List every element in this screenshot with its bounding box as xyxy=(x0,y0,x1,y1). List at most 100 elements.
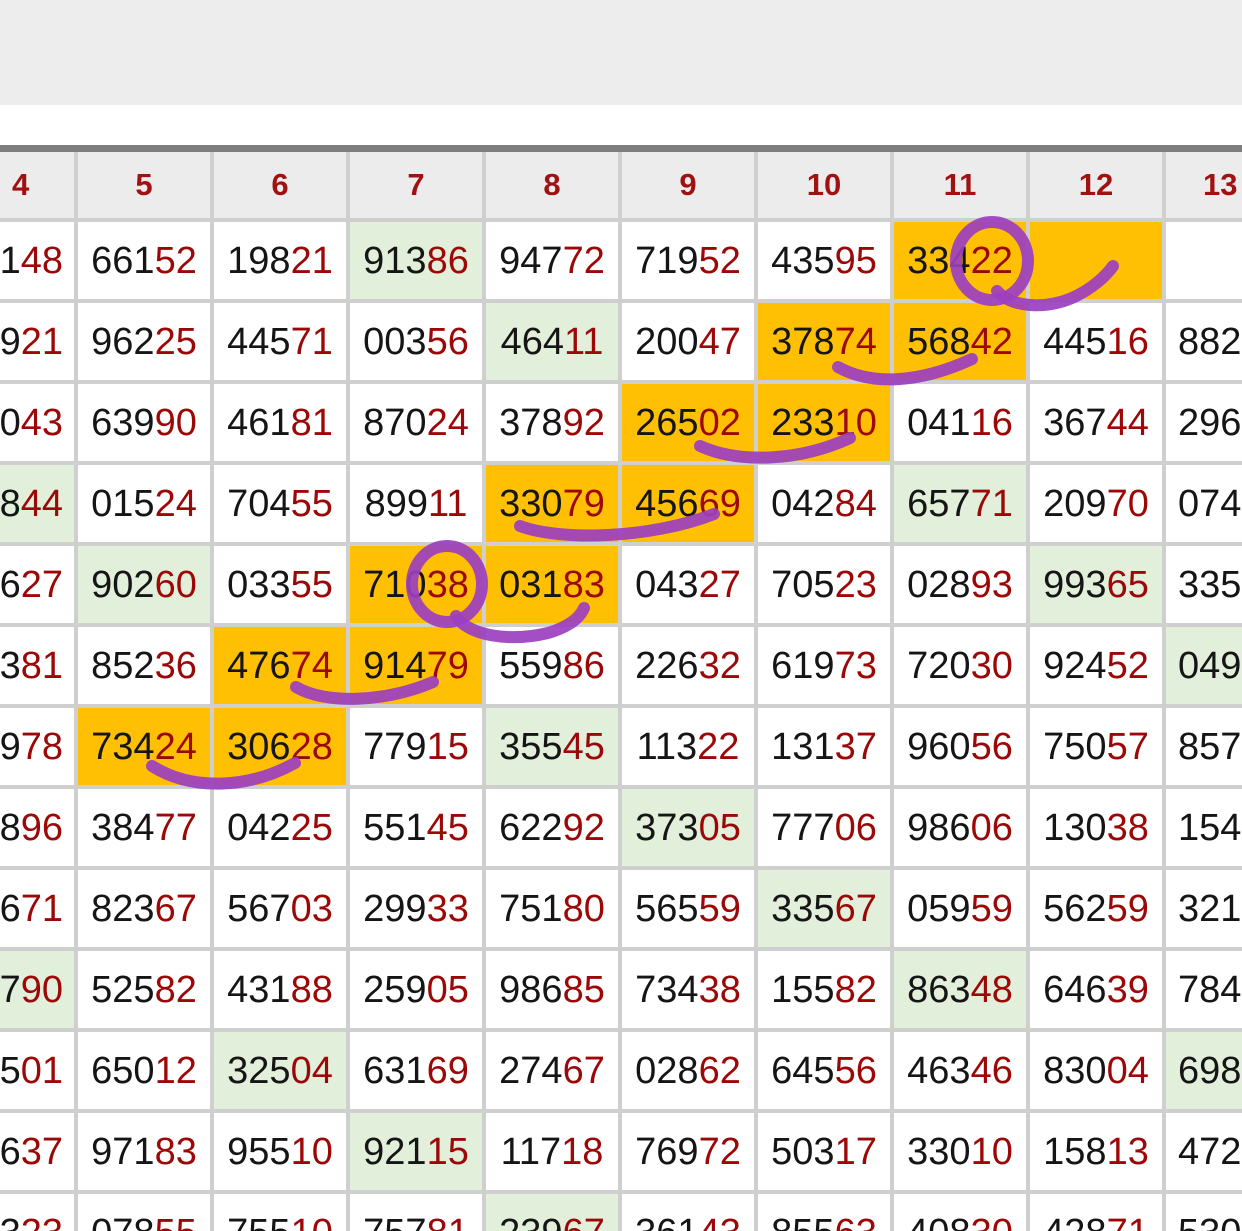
number-cell[interactable]: 46181 xyxy=(214,384,346,461)
number-cell[interactable]: 02862 xyxy=(622,1032,754,1109)
number-cell[interactable]: 790 xyxy=(0,951,74,1028)
number-cell[interactable]: 75781 xyxy=(350,1194,482,1231)
number-cell[interactable]: 30628 xyxy=(214,708,346,785)
number-cell[interactable]: 19821 xyxy=(214,222,346,299)
number-cell[interactable]: 87024 xyxy=(350,384,482,461)
number-cell[interactable]: 63990 xyxy=(78,384,210,461)
number-cell[interactable]: 049 xyxy=(1166,627,1242,704)
number-cell[interactable]: 72030 xyxy=(894,627,1026,704)
number-cell[interactable]: 75180 xyxy=(486,870,618,947)
number-cell[interactable]: 043 xyxy=(0,384,74,461)
number-cell[interactable]: 07855 xyxy=(78,1194,210,1231)
number-cell[interactable]: 13137 xyxy=(758,708,890,785)
column-header-13[interactable]: 13 xyxy=(1166,152,1242,218)
number-cell[interactable]: 52582 xyxy=(78,951,210,1028)
number-cell[interactable]: 46346 xyxy=(894,1032,1026,1109)
number-cell[interactable]: 32504 xyxy=(214,1032,346,1109)
number-cell[interactable]: 335 xyxy=(1166,546,1242,623)
number-cell[interactable]: 882 xyxy=(1166,303,1242,380)
number-cell[interactable]: 05959 xyxy=(894,870,1026,947)
number-cell[interactable]: 75510 xyxy=(214,1194,346,1231)
number-cell[interactable]: 47674 xyxy=(214,627,346,704)
column-header-9[interactable]: 9 xyxy=(622,152,754,218)
column-header-10[interactable]: 10 xyxy=(758,152,890,218)
number-cell[interactable]: 91479 xyxy=(350,627,482,704)
number-cell[interactable]: 02893 xyxy=(894,546,1026,623)
number-cell[interactable]: 98685 xyxy=(486,951,618,1028)
number-cell[interactable]: 55986 xyxy=(486,627,618,704)
number-cell[interactable]: 44571 xyxy=(214,303,346,380)
number-cell[interactable]: 03183 xyxy=(486,546,618,623)
number-cell[interactable] xyxy=(1166,222,1242,299)
number-cell[interactable]: 55145 xyxy=(350,789,482,866)
number-cell[interactable]: 530 xyxy=(1166,1194,1242,1231)
number-cell[interactable]: 56259 xyxy=(1030,870,1162,947)
number-cell[interactable]: 70455 xyxy=(214,465,346,542)
number-cell[interactable]: 85236 xyxy=(78,627,210,704)
number-cell[interactable]: 22632 xyxy=(622,627,754,704)
number-cell[interactable]: 074 xyxy=(1166,465,1242,542)
number-cell[interactable]: 33010 xyxy=(894,1113,1026,1190)
number-cell[interactable]: 501 xyxy=(0,1032,74,1109)
number-cell[interactable]: 04327 xyxy=(622,546,754,623)
number-cell[interactable]: 35545 xyxy=(486,708,618,785)
number-cell[interactable]: 321 xyxy=(1166,870,1242,947)
number-cell[interactable]: 63169 xyxy=(350,1032,482,1109)
number-cell[interactable]: 978 xyxy=(0,708,74,785)
number-cell[interactable]: 65012 xyxy=(78,1032,210,1109)
number-cell[interactable]: 11322 xyxy=(622,708,754,785)
number-cell[interactable]: 37892 xyxy=(486,384,618,461)
number-cell[interactable]: 71952 xyxy=(622,222,754,299)
number-cell[interactable]: 45669 xyxy=(622,465,754,542)
number-cell[interactable]: 91386 xyxy=(350,222,482,299)
number-cell[interactable]: 698 xyxy=(1166,1032,1242,1109)
number-cell[interactable]: 04225 xyxy=(214,789,346,866)
number-cell[interactable]: 37305 xyxy=(622,789,754,866)
number-cell[interactable]: 96056 xyxy=(894,708,1026,785)
number-cell[interactable]: 637 xyxy=(0,1113,74,1190)
number-cell[interactable]: 77706 xyxy=(758,789,890,866)
number-cell[interactable]: 26502 xyxy=(622,384,754,461)
number-cell[interactable]: 13038 xyxy=(1030,789,1162,866)
number-cell[interactable]: 89911 xyxy=(350,465,482,542)
number-cell[interactable]: 472 xyxy=(1166,1113,1242,1190)
number-cell[interactable]: 11718 xyxy=(486,1113,618,1190)
number-cell[interactable]: 04116 xyxy=(894,384,1026,461)
column-header-12[interactable]: 12 xyxy=(1030,152,1162,218)
number-cell[interactable]: 36143 xyxy=(622,1194,754,1231)
number-cell[interactable]: 25905 xyxy=(350,951,482,1028)
number-cell[interactable]: 148 xyxy=(0,222,74,299)
number-cell[interactable]: 70523 xyxy=(758,546,890,623)
number-cell[interactable]: 75057 xyxy=(1030,708,1162,785)
number-cell[interactable]: 844 xyxy=(0,465,74,542)
column-header-7[interactable]: 7 xyxy=(350,152,482,218)
number-cell[interactable] xyxy=(1030,222,1162,299)
number-cell[interactable]: 04284 xyxy=(758,465,890,542)
number-cell[interactable]: 92115 xyxy=(350,1113,482,1190)
number-cell[interactable]: 56703 xyxy=(214,870,346,947)
column-header-6[interactable]: 6 xyxy=(214,152,346,218)
number-cell[interactable]: 627 xyxy=(0,546,74,623)
number-cell[interactable]: 64556 xyxy=(758,1032,890,1109)
number-cell[interactable]: 857 xyxy=(1166,708,1242,785)
number-cell[interactable]: 62292 xyxy=(486,789,618,866)
number-cell[interactable]: 33422 xyxy=(894,222,1026,299)
number-cell[interactable]: 73438 xyxy=(622,951,754,1028)
number-cell[interactable]: 71038 xyxy=(350,546,482,623)
number-cell[interactable]: 15813 xyxy=(1030,1113,1162,1190)
number-cell[interactable]: 46411 xyxy=(486,303,618,380)
number-cell[interactable]: 97183 xyxy=(78,1113,210,1190)
number-cell[interactable]: 38477 xyxy=(78,789,210,866)
number-cell[interactable]: 20970 xyxy=(1030,465,1162,542)
number-cell[interactable]: 37874 xyxy=(758,303,890,380)
number-cell[interactable]: 56842 xyxy=(894,303,1026,380)
number-cell[interactable]: 154 xyxy=(1166,789,1242,866)
number-cell[interactable]: 56559 xyxy=(622,870,754,947)
number-cell[interactable]: 20047 xyxy=(622,303,754,380)
number-cell[interactable]: 323 xyxy=(0,1194,74,1231)
column-header-11[interactable]: 11 xyxy=(894,152,1026,218)
number-cell[interactable]: 921 xyxy=(0,303,74,380)
number-cell[interactable]: 27467 xyxy=(486,1032,618,1109)
number-cell[interactable]: 95510 xyxy=(214,1113,346,1190)
column-header-5[interactable]: 5 xyxy=(78,152,210,218)
